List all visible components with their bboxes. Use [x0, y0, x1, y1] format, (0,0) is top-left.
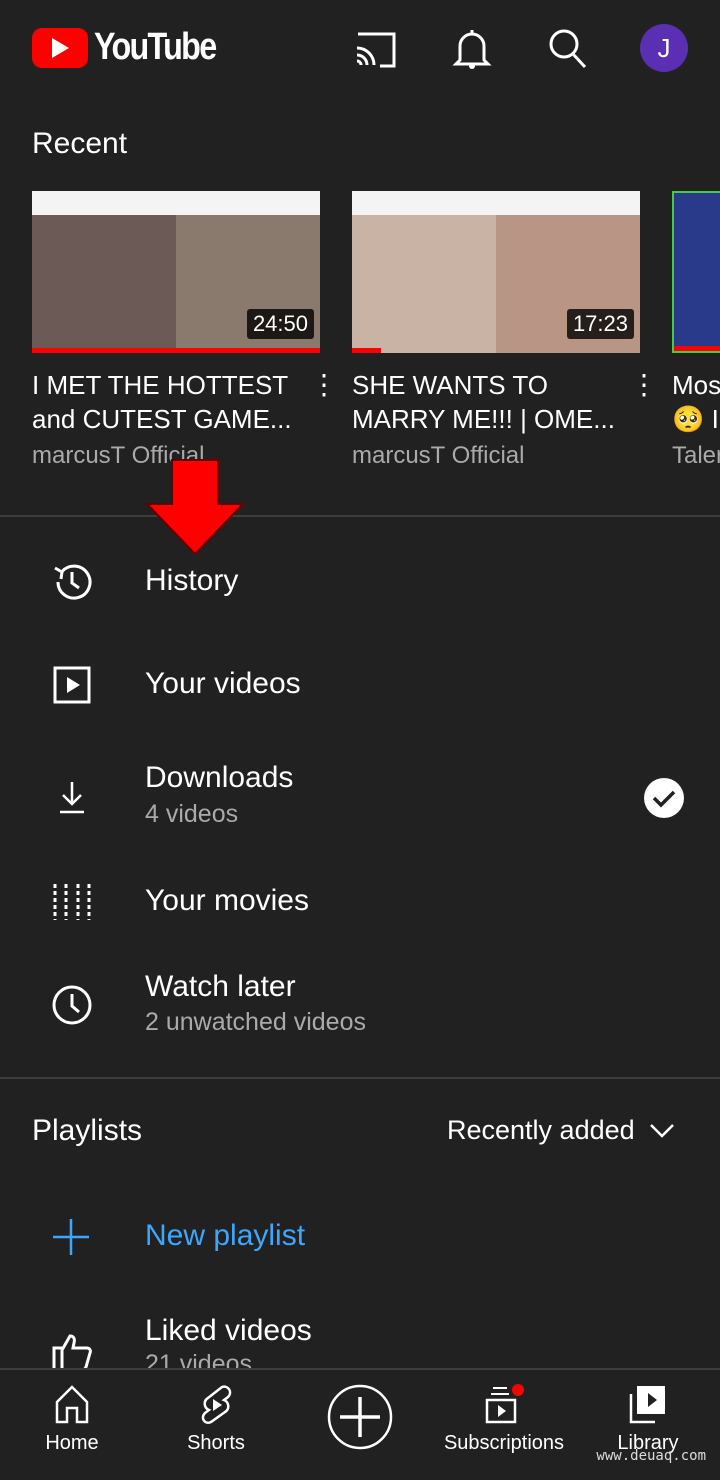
video-thumbnail[interactable]: 24:50 [32, 191, 320, 353]
watch-later-item[interactable]: Watch later [145, 970, 296, 1004]
your-movies-item[interactable]: Your movies [145, 884, 309, 918]
shorts-icon [201, 1385, 232, 1424]
watermark: www.deuaq.com [596, 1448, 706, 1464]
your-videos-item[interactable]: Your videos [145, 667, 301, 701]
red-arrow-annotation [145, 459, 245, 556]
bell-icon[interactable] [450, 26, 494, 70]
cast-icon[interactable] [352, 26, 396, 70]
home-icon [55, 1385, 89, 1424]
sort-dropdown[interactable]: Recently added [447, 1115, 675, 1146]
watch-progress [352, 348, 381, 353]
downloads-item[interactable]: Downloads [145, 761, 293, 795]
search-icon[interactable] [546, 26, 590, 70]
plus-icon [53, 1219, 89, 1255]
nav-subscriptions[interactable]: Subscriptions [432, 1370, 576, 1480]
youtube-logo[interactable]: YouTube [32, 26, 237, 69]
divider [0, 1077, 720, 1079]
duration-badge: 17:23 [566, 309, 634, 339]
check-circle-icon [644, 778, 684, 818]
playlists-title: Playlists [32, 1114, 143, 1147]
history-icon [54, 564, 92, 600]
nav-create[interactable] [288, 1370, 432, 1480]
liked-videos-item[interactable]: Liked videos [145, 1314, 312, 1348]
avatar[interactable]: J [640, 24, 688, 72]
video-info[interactable]: I MET THE HOTTEST and CUTEST GAME... mar… [32, 368, 302, 470]
video-thumbnail[interactable]: 17:23 [352, 191, 640, 353]
watch-progress [674, 346, 720, 351]
chevron-down-icon [649, 1123, 674, 1138]
play-box-icon [53, 666, 91, 704]
create-plus-icon [327, 1384, 393, 1450]
library-icon [629, 1386, 665, 1424]
recent-title: Recent [32, 127, 128, 160]
more-vert-icon[interactable]: ⋮ [630, 368, 658, 401]
nav-shorts[interactable]: Shorts [144, 1370, 288, 1480]
nav-home[interactable]: Home [0, 1370, 144, 1480]
download-icon [60, 782, 84, 814]
video-info[interactable]: SHE WANTS TO MARRY ME!!! | OME... marcus… [352, 368, 622, 470]
subscriptions-icon [485, 1384, 524, 1424]
divider [0, 515, 720, 517]
new-playlist-button[interactable]: New playlist [145, 1219, 305, 1253]
history-item[interactable]: History [145, 564, 238, 598]
youtube-play-icon [32, 27, 88, 68]
film-icon [53, 884, 91, 920]
video-thumbnail[interactable] [672, 191, 720, 353]
duration-badge: 24:50 [246, 309, 314, 339]
clock-icon [52, 985, 92, 1025]
more-vert-icon[interactable]: ⋮ [310, 368, 338, 401]
watch-progress [32, 348, 320, 353]
video-info[interactable]: Mos 🥺 I Taler [672, 368, 720, 470]
